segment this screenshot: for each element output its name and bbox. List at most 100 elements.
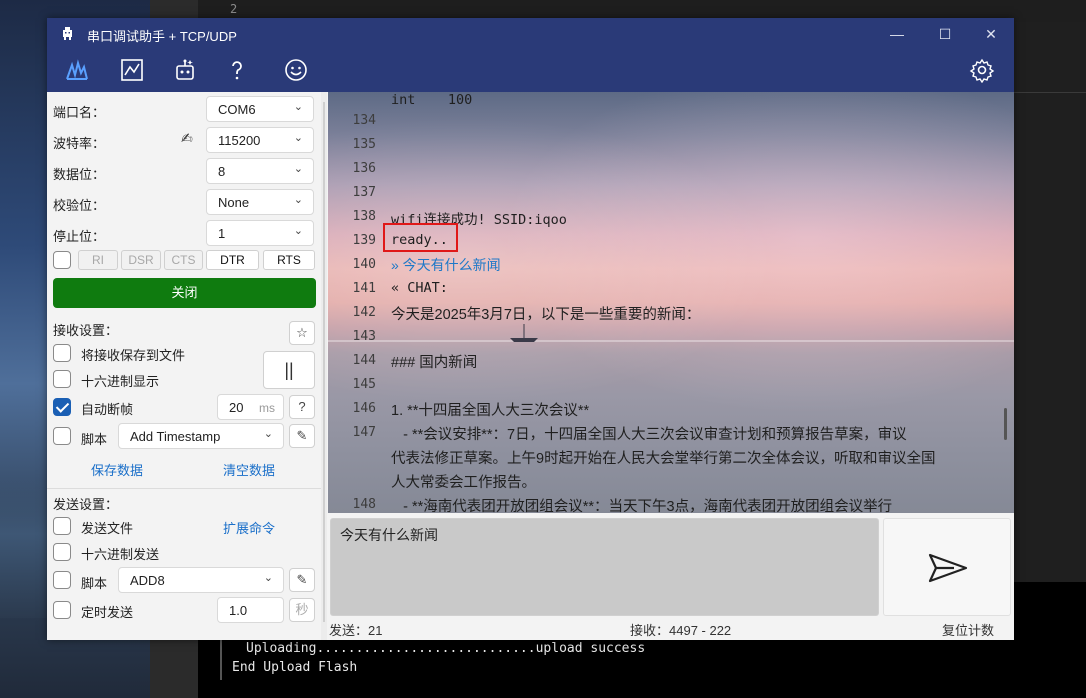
toolbar bbox=[47, 50, 1014, 92]
signal-checkbox[interactable] bbox=[53, 251, 71, 269]
receive-scrollbar[interactable] bbox=[1004, 408, 1007, 440]
edit-script-icon[interactable]: ✎ bbox=[289, 568, 315, 592]
parity-value: None bbox=[218, 195, 250, 210]
smile-icon[interactable] bbox=[283, 57, 309, 83]
receive-line-text: » 今天有什么新闻 bbox=[391, 257, 501, 273]
ext-command-link[interactable]: 扩展命令 bbox=[223, 518, 275, 537]
receive-script-checkbox[interactable] bbox=[53, 427, 71, 445]
help-icon[interactable] bbox=[224, 57, 250, 83]
cts-button[interactable]: CTS bbox=[164, 250, 203, 270]
background-horizon bbox=[328, 340, 1014, 342]
send-script-select[interactable]: ADD8 ⌄ bbox=[118, 567, 284, 593]
maximize-button[interactable]: ☐ bbox=[925, 22, 965, 46]
save-data-link[interactable]: 保存数据 bbox=[91, 460, 143, 479]
send-button[interactable] bbox=[883, 518, 1011, 616]
chevron-down-icon: ⌄ bbox=[293, 194, 303, 206]
wave-icon[interactable] bbox=[64, 57, 90, 83]
title-bar: 串口调试助手 + TCP/UDP — ☐ ✕ bbox=[47, 18, 1014, 50]
gear-icon[interactable] bbox=[969, 57, 995, 84]
stopbits-value: 1 bbox=[218, 226, 226, 241]
auto-frame-label: 自动断帧 bbox=[81, 402, 134, 417]
auto-frame-input[interactable]: 20 ms bbox=[217, 394, 284, 420]
window-title: 串口调试助手 + TCP/UDP bbox=[87, 29, 237, 44]
chevron-down-icon: ⌄ bbox=[293, 163, 303, 175]
send-script-label: 脚本 bbox=[81, 576, 108, 591]
databits-select[interactable]: 8 ⌄ bbox=[206, 158, 314, 184]
port-label: 端口名： bbox=[53, 105, 106, 120]
hex-send-checkbox[interactable] bbox=[53, 543, 71, 561]
help-button[interactable]: ? bbox=[289, 395, 315, 419]
send-input[interactable]: 今天有什么新闻 bbox=[330, 518, 879, 616]
receive-line-text: ### 国内新闻 bbox=[391, 355, 478, 371]
splitter[interactable] bbox=[321, 92, 327, 640]
port-value: COM6 bbox=[218, 102, 256, 117]
line-number: 147 bbox=[352, 425, 376, 440]
send-icon bbox=[928, 553, 968, 583]
auto-frame-unit: ms bbox=[259, 401, 275, 415]
hex-display-checkbox[interactable] bbox=[53, 370, 71, 388]
line-number: 141 bbox=[352, 281, 376, 296]
dsr-button[interactable]: DSR bbox=[121, 250, 161, 270]
baud-value: 115200 bbox=[218, 133, 261, 148]
settings-panel: 端口名： COM6 ⌄ 波特率： ✍ 115200 ⌄ 数据位： 8 ⌄ 校验位… bbox=[47, 92, 321, 640]
stopbits-label: 停止位： bbox=[53, 229, 106, 244]
chart-icon[interactable] bbox=[119, 57, 145, 83]
close-port-button[interactable]: 关闭 bbox=[53, 278, 316, 308]
receive-line-text: - **会议安排**：7日，十四届全国人大三次会议审查计划和预算报告草案，审议 bbox=[391, 427, 907, 443]
receive-script-select[interactable]: Add Timestamp ⌄ bbox=[118, 423, 284, 449]
line-number: 148 bbox=[352, 497, 376, 512]
send-script-checkbox[interactable] bbox=[53, 571, 71, 589]
clear-data-link[interactable]: 清空数据 bbox=[223, 460, 275, 479]
robot-icon[interactable] bbox=[172, 57, 198, 83]
receive-settings-title: 接收设置： bbox=[53, 323, 119, 338]
stopbits-select[interactable]: 1 ⌄ bbox=[206, 220, 314, 246]
receive-line-text: « CHAT: bbox=[391, 280, 448, 296]
ri-button[interactable]: RI bbox=[78, 250, 118, 270]
line-number: 136 bbox=[352, 161, 376, 176]
close-window-button[interactable]: ✕ bbox=[971, 22, 1011, 46]
parity-select[interactable]: None ⌄ bbox=[206, 189, 314, 215]
line-number: 142 bbox=[352, 305, 376, 320]
receive-script-label: 脚本 bbox=[81, 432, 108, 447]
rts-button[interactable]: RTS bbox=[263, 250, 315, 270]
auto-frame-checkbox[interactable] bbox=[53, 398, 71, 416]
baud-label: 波特率： bbox=[53, 136, 106, 151]
line-number: 134 bbox=[352, 113, 376, 128]
databits-label: 数据位： bbox=[53, 167, 106, 182]
send-script-value: ADD8 bbox=[130, 573, 165, 588]
pause-button[interactable]: || bbox=[263, 351, 315, 389]
highlight-box bbox=[383, 223, 458, 252]
hex-send-label: 十六进制发送 bbox=[81, 547, 160, 562]
port-select[interactable]: COM6 ⌄ bbox=[206, 96, 314, 122]
minimize-button[interactable]: — bbox=[877, 22, 917, 46]
line-number: 135 bbox=[352, 137, 376, 152]
chevron-down-icon: ⌄ bbox=[293, 132, 303, 144]
line-number: 145 bbox=[352, 377, 376, 392]
star-icon[interactable]: ☆ bbox=[289, 321, 315, 345]
receive-line-text: 今天是2025年3月7日，以下是一些重要的新闻： bbox=[391, 307, 701, 323]
receive-area[interactable]: int 100 134 135 136 137 138 wifi连接成功! SS… bbox=[328, 92, 1014, 513]
serial-assistant-window: 串口调试助手 + TCP/UDP — ☐ ✕ 端口名： COM6 ⌄ 波特率： … bbox=[47, 18, 1014, 640]
timed-send-label: 定时发送 bbox=[81, 605, 134, 620]
pen-icon[interactable]: ✍ bbox=[181, 130, 193, 147]
line-number: 140 bbox=[352, 257, 376, 272]
send-file-label: 发送文件 bbox=[81, 521, 134, 536]
receive-line-text: 人大常委会工作报告。 bbox=[391, 475, 536, 491]
received-count: 接收：4497 - 222 bbox=[630, 623, 732, 638]
editor-divider bbox=[1014, 92, 1086, 93]
terminal-line: End Upload Flash bbox=[232, 660, 358, 675]
chevron-down-icon: ⌄ bbox=[263, 428, 273, 440]
save-to-file-label: 将接收保存到文件 bbox=[81, 348, 186, 363]
save-to-file-checkbox[interactable] bbox=[53, 344, 71, 362]
boat-image bbox=[510, 324, 538, 342]
reset-count-link[interactable]: 复位计数 bbox=[942, 620, 994, 639]
edit-script-icon[interactable]: ✎ bbox=[289, 424, 315, 448]
timed-send-checkbox[interactable] bbox=[53, 601, 71, 619]
baud-select[interactable]: 115200 ⌄ bbox=[206, 127, 314, 153]
sent-count: 发送：21 bbox=[329, 623, 383, 638]
send-file-checkbox[interactable] bbox=[53, 517, 71, 535]
line-number: 144 bbox=[352, 353, 376, 368]
dtr-button[interactable]: DTR bbox=[206, 250, 259, 270]
timed-send-input[interactable]: 1.0 bbox=[217, 597, 284, 623]
receive-script-value: Add Timestamp bbox=[130, 429, 221, 444]
